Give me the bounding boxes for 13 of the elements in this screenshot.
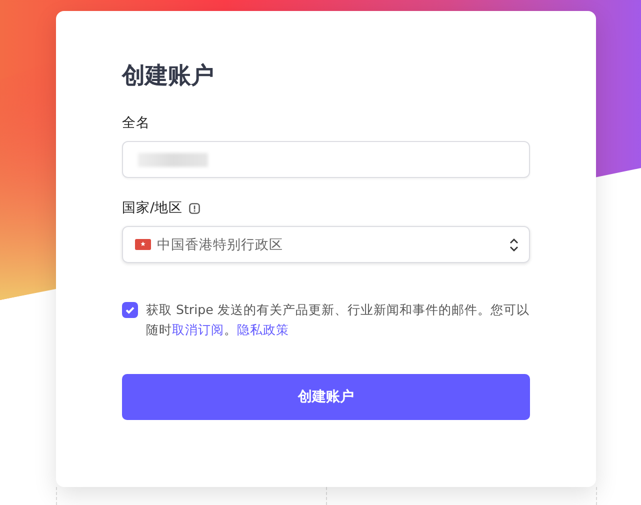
field-label: 全名	[122, 114, 150, 132]
flag-icon	[135, 239, 151, 250]
create-account-button[interactable]: 创建账户	[122, 374, 530, 420]
field-label: 国家/地区	[122, 199, 183, 217]
info-icon[interactable]	[188, 202, 200, 214]
page-title: 创建账户	[122, 62, 215, 91]
consent-text: 获取 Stripe 发送的有关产品更新、行业新闻和事件的邮件。您可以随时取消订阅。隐私政策	[146, 301, 530, 339]
consent-checkbox[interactable]	[122, 302, 138, 318]
chevron-up-down-icon	[509, 238, 519, 252]
country-select[interactable]: 中国香港特别行政区	[122, 226, 530, 263]
consent-link[interactable]: 隐私政策	[237, 322, 289, 337]
name-input-field[interactable]	[122, 141, 530, 178]
consent-link[interactable]: 取消订阅	[172, 322, 224, 337]
